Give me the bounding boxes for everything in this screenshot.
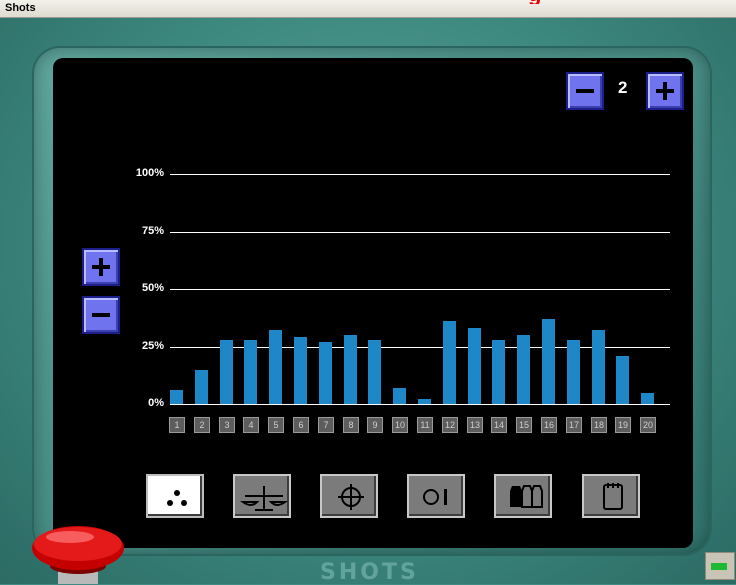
y-tick-label: 0% bbox=[148, 397, 164, 409]
plus-icon bbox=[656, 82, 674, 100]
bar-shot-7 bbox=[319, 342, 332, 404]
x-tick-label: 14 bbox=[491, 417, 507, 433]
x-tick-label: 18 bbox=[591, 417, 607, 433]
bar-shot-14 bbox=[492, 340, 505, 404]
bar-shot-8 bbox=[344, 335, 357, 404]
x-tick-label: 11 bbox=[417, 417, 433, 433]
x-tick-label: 9 bbox=[367, 417, 383, 433]
scale-icon bbox=[239, 486, 289, 511]
level-decrease-button[interactable] bbox=[566, 72, 604, 110]
x-tick-label: 19 bbox=[615, 417, 631, 433]
notepad-icon bbox=[603, 483, 623, 510]
minus-icon bbox=[576, 89, 594, 93]
y-tick-label: 100% bbox=[135, 167, 164, 179]
title-fragment: g bbox=[528, 0, 548, 4]
dots-icon bbox=[167, 490, 187, 506]
level-value: 2 bbox=[618, 78, 628, 97]
tool-bottles-button[interactable] bbox=[494, 474, 552, 518]
tool-dots-button[interactable] bbox=[146, 474, 204, 518]
plus-icon bbox=[92, 258, 110, 276]
bar-shot-19 bbox=[616, 356, 629, 404]
toggle-icon bbox=[423, 489, 447, 505]
tool-scale-button[interactable] bbox=[233, 474, 291, 518]
x-tick-label: 12 bbox=[442, 417, 458, 433]
gridline bbox=[170, 404, 670, 405]
gridline bbox=[170, 174, 670, 175]
x-tick-label: 6 bbox=[293, 417, 309, 433]
x-tick-label: 15 bbox=[516, 417, 532, 433]
y-tick-label: 25% bbox=[141, 340, 164, 352]
bar-shot-5 bbox=[269, 330, 282, 404]
zoom-in-button[interactable] bbox=[82, 248, 120, 286]
level-increase-button[interactable] bbox=[646, 72, 684, 110]
gridline bbox=[170, 232, 670, 233]
bottles-icon bbox=[510, 485, 543, 508]
y-tick-label: 75% bbox=[141, 225, 164, 237]
minus-icon bbox=[92, 313, 110, 317]
bar-shot-2 bbox=[195, 370, 208, 404]
bar-shot-3 bbox=[220, 340, 233, 404]
bar-shot-13 bbox=[468, 328, 481, 404]
x-tick-label: 8 bbox=[343, 417, 359, 433]
bar-shot-18 bbox=[592, 330, 605, 404]
gridline bbox=[170, 289, 670, 290]
tool-crosshair-button[interactable] bbox=[320, 474, 378, 518]
x-tick-label: 17 bbox=[566, 417, 582, 433]
x-tick-label: 10 bbox=[392, 417, 408, 433]
status-indicator bbox=[705, 552, 735, 580]
x-tick-label: 16 bbox=[541, 417, 557, 433]
bar-shot-6 bbox=[294, 337, 307, 404]
crosshair-icon bbox=[338, 484, 364, 510]
zoom-out-button[interactable] bbox=[82, 296, 120, 334]
x-tick-label: 2 bbox=[194, 417, 210, 433]
status-led bbox=[711, 563, 727, 570]
bar-shot-1 bbox=[170, 390, 183, 404]
bar-shot-17 bbox=[567, 340, 580, 404]
tool-toggle-button[interactable] bbox=[407, 474, 465, 518]
red-panic-button[interactable] bbox=[30, 526, 126, 584]
x-tick-label: 5 bbox=[268, 417, 284, 433]
y-tick-label: 50% bbox=[141, 282, 164, 294]
tool-notepad-button[interactable] bbox=[582, 474, 640, 518]
bar-shot-4 bbox=[244, 340, 257, 404]
bar-shot-9 bbox=[368, 340, 381, 404]
window-titlebar: Shots g bbox=[0, 0, 736, 18]
x-tick-label: 20 bbox=[640, 417, 656, 433]
bar-shot-15 bbox=[517, 335, 530, 404]
brand-logo: SHOTS bbox=[320, 560, 419, 585]
bar-shot-12 bbox=[443, 321, 456, 404]
x-tick-label: 4 bbox=[243, 417, 259, 433]
x-tick-label: 7 bbox=[318, 417, 334, 433]
x-tick-label: 13 bbox=[467, 417, 483, 433]
x-tick-label: 1 bbox=[169, 417, 185, 433]
bar-shot-10 bbox=[393, 388, 406, 404]
bar-shot-11 bbox=[418, 399, 431, 404]
bar-shot-16 bbox=[542, 319, 555, 404]
window-title: Shots bbox=[5, 2, 36, 14]
x-tick-label: 3 bbox=[219, 417, 235, 433]
bar-shot-20 bbox=[641, 393, 654, 404]
